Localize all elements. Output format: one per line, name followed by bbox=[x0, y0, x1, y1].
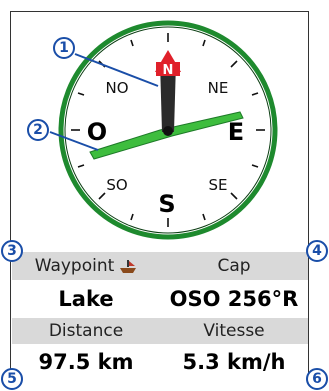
west-label: O bbox=[87, 118, 107, 146]
heading-header: Cap bbox=[160, 252, 308, 280]
callout-6: 6 bbox=[306, 368, 328, 390]
data-fields: Waypoint Cap Lake OSO 256°R Distance Vit… bbox=[12, 252, 308, 379]
waypoint-header: Waypoint bbox=[12, 252, 160, 280]
waypoint-label: Waypoint bbox=[34, 256, 115, 276]
southwest-label: SO bbox=[106, 176, 127, 194]
distance-label: Distance bbox=[48, 321, 124, 341]
waypoint-value: Lake bbox=[12, 280, 160, 318]
north-marker-label: N bbox=[163, 63, 174, 78]
callout-1: 1 bbox=[53, 37, 75, 59]
speed-value: 5.3 km/h bbox=[160, 344, 308, 379]
callout-2: 2 bbox=[27, 119, 49, 141]
distance-header: Distance bbox=[12, 318, 160, 344]
speed-label: Vitesse bbox=[203, 321, 265, 341]
callout-3: 3 bbox=[1, 240, 23, 262]
compass-pivot bbox=[163, 126, 173, 136]
south-label: S bbox=[158, 190, 175, 218]
heading-value: OSO 256°R bbox=[160, 280, 308, 318]
callout-5: 5 bbox=[1, 368, 23, 390]
boat-icon bbox=[119, 259, 137, 273]
distance-value: 97.5 km bbox=[12, 344, 160, 379]
east-label: E bbox=[228, 118, 244, 146]
southeast-label: SE bbox=[209, 176, 228, 194]
northeast-label: NE bbox=[208, 79, 229, 97]
speed-header: Vitesse bbox=[160, 318, 308, 344]
northwest-label: NO bbox=[105, 79, 128, 97]
heading-label: Cap bbox=[217, 256, 251, 276]
callout-4: 4 bbox=[306, 240, 328, 262]
